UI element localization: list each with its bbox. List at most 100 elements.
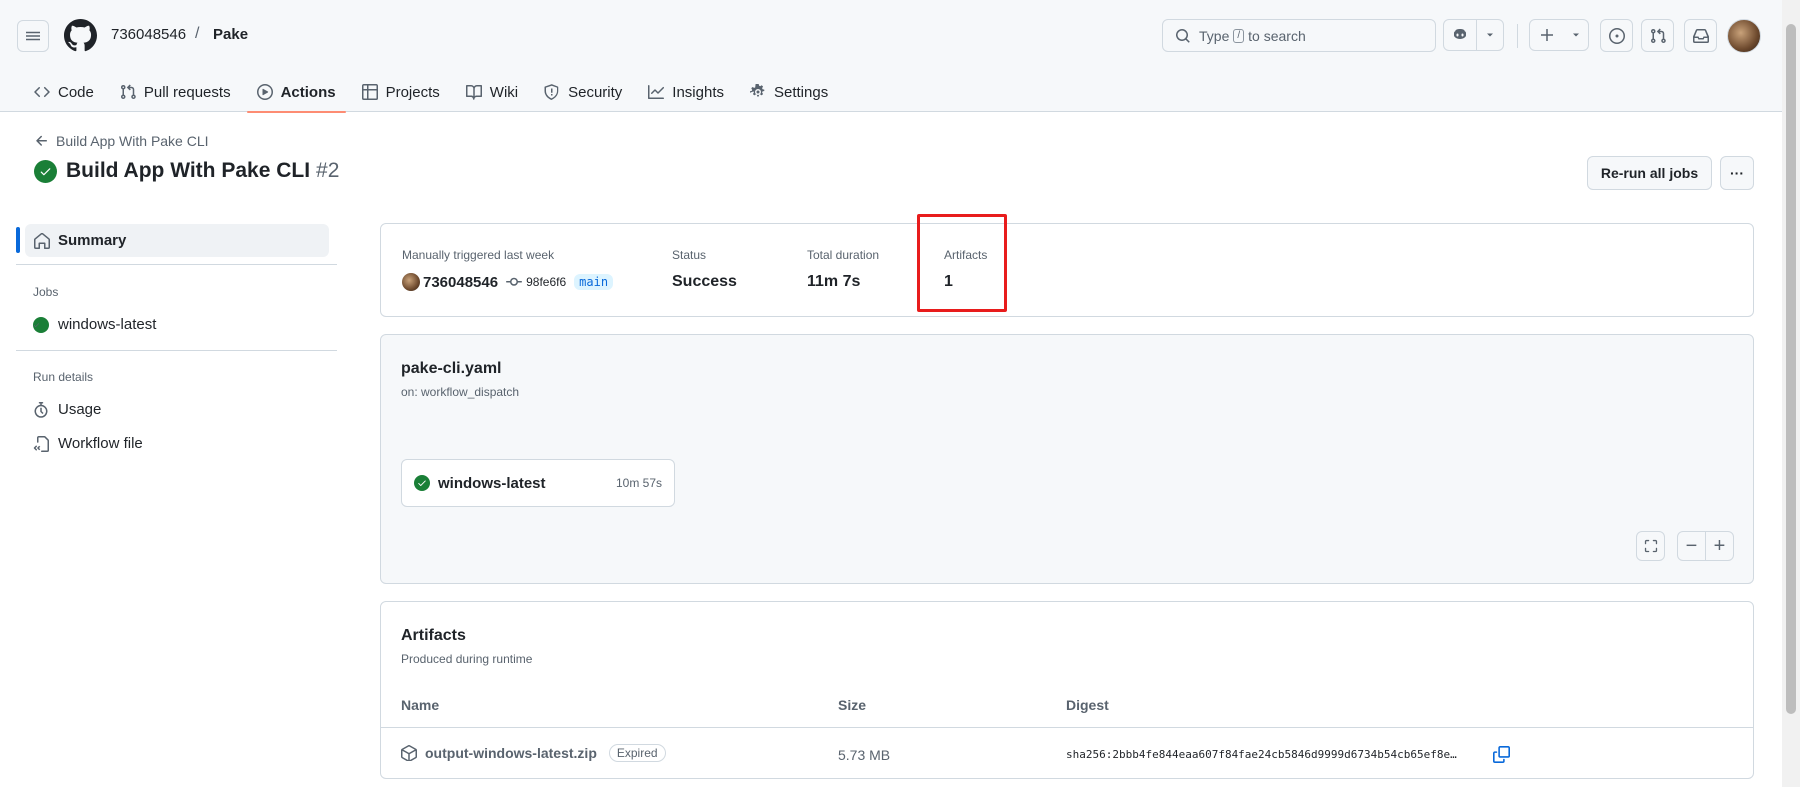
screen-full-icon (1644, 539, 1657, 553)
copilot-button[interactable] (1443, 19, 1504, 51)
job-name: windows-latest (438, 474, 546, 492)
duration-label: Total duration (807, 248, 880, 262)
trigger-details: 736048546 98fe6f6 main (402, 273, 614, 291)
search-input[interactable]: Type / to search (1162, 19, 1436, 52)
tab-settings-label: Settings (774, 83, 829, 101)
zoom-in-button[interactable]: + (1705, 531, 1734, 561)
artifacts-subtitle: Produced during runtime (401, 652, 533, 666)
create-new-button[interactable] (1529, 19, 1589, 51)
create-new-main[interactable] (1530, 20, 1564, 50)
column-header-digest: Digest (1066, 697, 1109, 713)
issues-button[interactable] (1600, 19, 1633, 52)
shield-icon (544, 84, 559, 100)
sidebar-divider (16, 350, 337, 351)
tab-projects-label: Projects (385, 83, 440, 101)
github-logo-icon[interactable] (64, 19, 97, 52)
home-icon (34, 232, 50, 249)
tab-security[interactable]: Security (534, 72, 632, 112)
tab-projects[interactable]: Projects (352, 72, 450, 112)
table-icon (361, 84, 378, 100)
copilot-dropdown[interactable] (1477, 20, 1503, 50)
actor-link[interactable]: 736048546 (423, 274, 498, 291)
check-circle-icon (34, 159, 57, 183)
page-scrollbar-thumb[interactable] (1786, 24, 1796, 714)
branch-badge[interactable]: main (574, 274, 614, 290)
tab-pull-requests-label: Pull requests (143, 83, 231, 101)
plus-icon (1541, 29, 1553, 41)
git-pull-request-icon (1650, 28, 1666, 43)
sidebar-workflow-file-label: Workflow file (58, 435, 143, 452)
play-icon (256, 84, 273, 100)
sidebar-usage-label: Usage (58, 401, 102, 418)
artifact-size: 5.73 MB (838, 747, 891, 763)
artifacts-title: Artifacts (401, 627, 466, 644)
column-header-name: Name (401, 697, 440, 713)
git-commit-icon (506, 277, 523, 286)
search-placeholder-suffix: to search (1248, 27, 1306, 44)
rerun-all-jobs-button[interactable]: Re-run all jobs (1587, 156, 1712, 190)
zoom-out-button[interactable]: − (1677, 531, 1706, 561)
graph-icon (648, 85, 665, 99)
artifact-name[interactable]: output-windows-latest.zip (425, 745, 597, 761)
triangle-down-icon (1487, 33, 1493, 37)
header-top-bar: 736048546 / Pake Type / to search (0, 0, 1782, 72)
actor-avatar[interactable] (402, 273, 420, 291)
back-link-label: Build App With Pake CLI (56, 133, 209, 149)
back-to-workflow-link[interactable]: Build App With Pake CLI (34, 133, 209, 149)
create-new-dropdown[interactable] (1564, 20, 1588, 50)
commit-sha-link[interactable]: 98fe6f6 (526, 275, 566, 289)
code-icon (34, 86, 50, 98)
inbox-button[interactable] (1684, 19, 1717, 52)
check-circle-icon (414, 475, 430, 491)
gear-icon (750, 84, 765, 97)
copy-digest-button[interactable] (1489, 742, 1513, 766)
pull-requests-button[interactable] (1641, 19, 1674, 52)
repo-link[interactable]: Pake (213, 26, 248, 43)
owner-link[interactable]: 736048546 (111, 26, 186, 43)
tab-wiki[interactable]: Wiki (456, 72, 528, 112)
status-label: Status (672, 248, 707, 262)
artifact-digest: sha256:2bbb4fe844eaa607f84fae24cb5846d99… (1066, 748, 1457, 761)
sidebar-job-label: windows-latest (58, 316, 157, 333)
tab-insights[interactable]: Insights (638, 72, 734, 112)
arrow-left-icon (36, 135, 47, 146)
workflow-file-name[interactable]: pake-cli.yaml (401, 360, 502, 378)
search-placeholder-prefix: Type (1199, 27, 1230, 44)
copilot-icon (1454, 29, 1466, 39)
sidebar-item-workflow-file[interactable]: Workflow file (33, 435, 143, 452)
job-card-windows-latest[interactable]: windows-latest 10m 57s (401, 459, 675, 507)
tab-settings[interactable]: Settings (740, 72, 838, 112)
sidebar-run-details-heading: Run details (33, 370, 94, 384)
git-pull-request-icon (120, 84, 136, 100)
sidebar-item-windows-latest[interactable]: windows-latest (33, 316, 156, 333)
hamburger-menu-button[interactable] (17, 20, 49, 52)
run-summary-panel: Manually triggered last week 736048546 9… (380, 223, 1754, 317)
status-value: Success (672, 273, 737, 290)
more-options-button[interactable]: ··· (1720, 156, 1754, 190)
header-divider (1517, 24, 1518, 48)
table-row: output-windows-latest.zip Expired 5.73 M… (381, 728, 1753, 778)
sidebar-jobs-heading: Jobs (33, 285, 59, 299)
fullscreen-button[interactable] (1636, 531, 1665, 561)
sidebar-item-summary[interactable]: Summary (25, 224, 329, 257)
tab-code[interactable]: Code (24, 72, 104, 112)
stopwatch-icon (34, 401, 48, 418)
tab-actions[interactable]: Actions (246, 72, 346, 113)
duration-value: 11m 7s (807, 273, 861, 290)
artifacts-panel: Artifacts Produced during runtime Name S… (380, 601, 1754, 779)
artifact-name-cell: output-windows-latest.zip Expired (401, 744, 666, 762)
tab-pull-requests[interactable]: Pull requests (110, 72, 241, 112)
expired-badge: Expired (608, 744, 666, 762)
path-separator: / (195, 25, 200, 42)
package-icon (401, 745, 417, 761)
sidebar-item-usage[interactable]: Usage (33, 401, 101, 418)
workflow-trigger: on: workflow_dispatch (401, 385, 520, 399)
tab-actions-label: Actions (280, 83, 336, 101)
repo-nav-tabs: Code Pull requests Actions Projects Wiki… (24, 72, 844, 113)
hamburger-icon (26, 31, 40, 41)
book-icon (465, 85, 482, 100)
check-circle-icon (33, 316, 49, 333)
copilot-main[interactable] (1444, 20, 1477, 50)
user-avatar[interactable] (1727, 19, 1761, 53)
global-header: 736048546 / Pake Type / to search Code P… (0, 0, 1782, 113)
